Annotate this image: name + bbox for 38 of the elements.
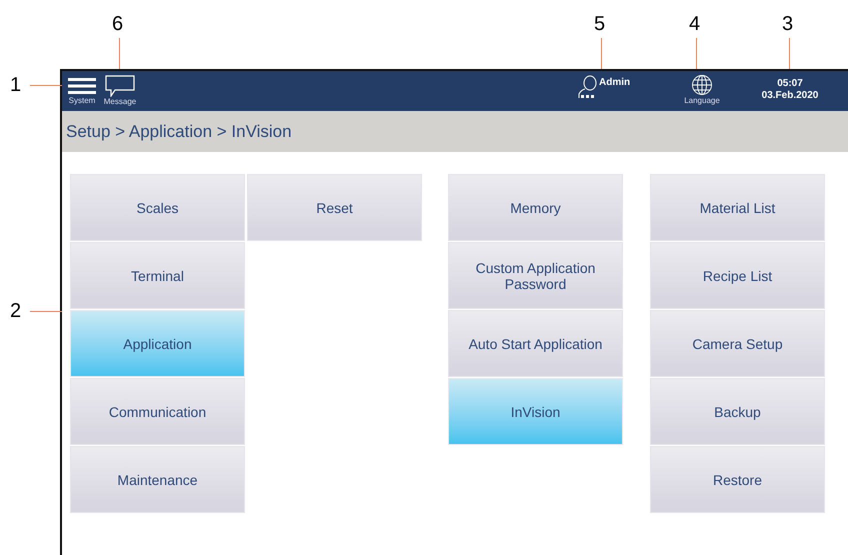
system-button[interactable]: System — [65, 76, 99, 106]
menu-button[interactable]: InVision — [448, 378, 623, 445]
user-name[interactable]: Admin — [599, 75, 630, 90]
language-button[interactable]: Language — [680, 74, 724, 106]
message-button[interactable]: Message — [100, 75, 140, 107]
menu-button[interactable]: Camera Setup — [650, 310, 825, 377]
menu-button[interactable]: Backup — [650, 378, 825, 445]
callout-number: 4 — [689, 13, 700, 35]
callout-number: 5 — [594, 13, 606, 35]
menu-button[interactable]: Application — [70, 310, 245, 377]
callout-number: 6 — [112, 13, 124, 35]
callout-number: 2 — [10, 300, 22, 322]
menu-button[interactable]: Maintenance — [70, 446, 245, 513]
breadcrumb: Setup > Application > InVision — [66, 120, 292, 143]
date-text: 03.Feb.2020 — [762, 90, 818, 102]
menu-button[interactable]: Auto Start Application — [448, 310, 623, 377]
callout-number: 1 — [10, 74, 22, 96]
menu-button[interactable]: Custom Application Password — [448, 242, 623, 309]
menu-button[interactable]: Communication — [70, 378, 245, 445]
menu-button[interactable]: Memory — [448, 174, 623, 241]
leader-line — [696, 38, 697, 69]
menu-button[interactable]: Recipe List — [650, 242, 825, 309]
callout-number: 3 — [782, 13, 794, 35]
globe-icon — [691, 74, 713, 96]
clock-time: 05:07 — [777, 78, 803, 90]
leader-line — [789, 38, 790, 69]
menu-icon — [67, 76, 97, 94]
speech-bubble-icon — [105, 75, 135, 97]
menu-button[interactable]: Reset — [247, 174, 422, 241]
leader-line — [30, 311, 62, 312]
leader-line — [601, 38, 602, 69]
leader-line — [30, 85, 62, 86]
menu-button[interactable]: Scales — [70, 174, 245, 241]
leader-line — [119, 38, 120, 69]
menu-button[interactable]: Material List — [650, 174, 825, 241]
menu-button[interactable]: Restore — [650, 446, 825, 513]
menu-button[interactable]: Terminal — [70, 242, 245, 309]
user-icon — [578, 75, 598, 99]
